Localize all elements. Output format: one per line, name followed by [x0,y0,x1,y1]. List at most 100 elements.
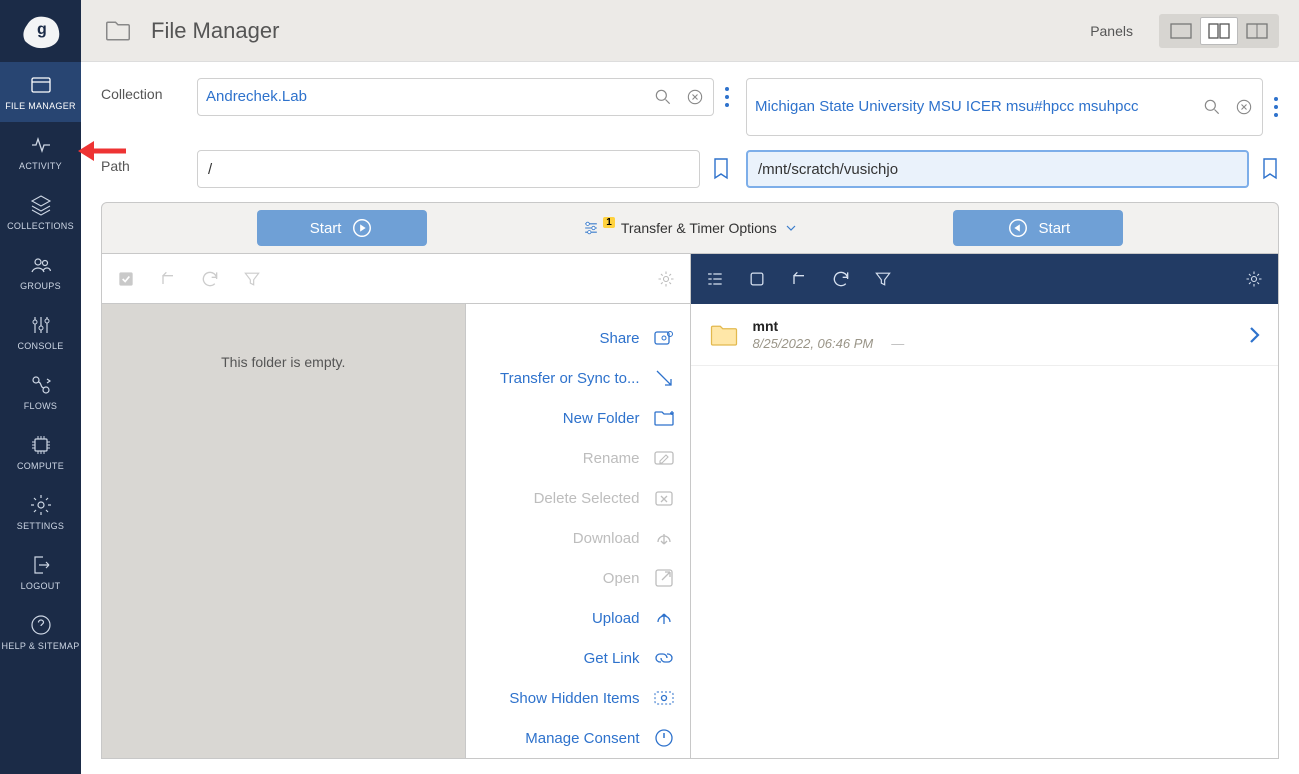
left-toolbar [102,254,690,304]
transfer-icon [652,366,676,390]
folder-icon [709,322,739,348]
download-icon [652,526,676,550]
activity-icon [29,133,53,157]
app-logo: g [0,0,81,62]
link-icon [652,646,676,670]
nav-flows[interactable]: FLOWS [0,362,81,422]
path-label: Path [101,150,181,174]
collection-row: Collection Andrechek.Lab Michigan State … [101,78,1279,136]
nav-label: COMPUTE [17,461,64,471]
nav-label: FLOWS [24,401,58,411]
transfer-bar: Start 1 Transfer & Timer Options Start [101,202,1279,254]
panel-wide[interactable] [1238,17,1276,45]
action-new-folder[interactable]: New Folder [474,398,676,438]
power-icon [652,726,676,750]
left-collection-input[interactable]: Andrechek.Lab [197,78,714,116]
action-download: Download [474,518,676,558]
nav-console[interactable]: CONSOLE [0,302,81,362]
globus-logo-icon: g [19,11,63,51]
up-folder-icon[interactable] [789,269,809,289]
action-transfer[interactable]: Transfer or Sync to... [474,358,676,398]
nav-file-manager[interactable]: FILE MANAGER [0,62,81,122]
options-icon [581,218,601,238]
nav-activity[interactable]: ACTIVITY [0,122,81,182]
share-icon [652,326,676,350]
compute-icon [29,433,53,457]
chevron-right-icon[interactable] [1248,325,1260,345]
select-all-icon[interactable] [747,269,767,289]
upload-icon [652,606,676,630]
search-icon[interactable] [1202,97,1222,117]
filter-icon[interactable] [873,269,893,289]
folder-icon [101,16,135,46]
left-collection-menu-icon[interactable] [724,86,730,108]
nav-settings[interactable]: SETTINGS [0,482,81,542]
action-get-link[interactable]: Get Link [474,638,676,678]
nav-compute[interactable]: COMPUTE [0,422,81,482]
panel-split[interactable] [1200,17,1238,45]
new-folder-icon [652,406,676,430]
delete-icon [652,486,676,510]
action-share[interactable]: Share [474,318,676,358]
help-icon [29,613,53,637]
action-open: Open [474,558,676,598]
columns-icon[interactable] [705,269,725,289]
rename-icon [652,446,676,470]
clear-icon[interactable] [685,87,705,107]
gear-icon[interactable] [1244,269,1264,289]
flows-icon [29,373,53,397]
bookmark-icon[interactable] [712,157,730,181]
transfer-options[interactable]: 1 Transfer & Timer Options [581,218,798,238]
nav-collections[interactable]: COLLECTIONS [0,182,81,242]
nav-label: CONSOLE [17,341,63,351]
refresh-icon[interactable] [831,269,851,289]
nav-logout[interactable]: LOGOUT [0,542,81,602]
refresh-icon[interactable] [200,269,220,289]
select-all-icon[interactable] [116,269,136,289]
panel-layout-toggle [1159,14,1279,48]
collection-label: Collection [101,78,181,102]
right-collection-input[interactable]: Michigan State University MSU ICER msu#h… [746,78,1263,136]
transfer-options-label: Transfer & Timer Options [621,220,777,236]
up-folder-icon[interactable] [158,269,178,289]
nav-label: GROUPS [20,281,61,291]
file-date: 8/25/2022, 06:46 PM— [753,336,1235,351]
nav-label: COLLECTIONS [7,221,74,231]
app-header: File Manager Panels [81,0,1299,62]
empty-folder-message: This folder is empty. [221,354,345,370]
clear-icon[interactable] [1234,97,1254,117]
list-item[interactable]: mnt 8/25/2022, 06:46 PM— [691,304,1279,366]
action-rename: Rename [474,438,676,478]
filter-icon[interactable] [242,269,262,289]
action-show-hidden[interactable]: Show Hidden Items [474,678,676,718]
start-left-button[interactable]: Start [257,210,427,246]
search-icon[interactable] [653,87,673,107]
panels-label: Panels [1090,23,1133,39]
file-meta: mnt 8/25/2022, 06:46 PM— [753,318,1235,351]
nav-groups[interactable]: GROUPS [0,242,81,302]
panes: This folder is empty. Share Transfer or … [101,254,1279,759]
nav-label: SETTINGS [17,521,64,531]
gear-icon[interactable] [656,269,676,289]
action-upload[interactable]: Upload [474,598,676,638]
nav-help[interactable]: HELP & SITEMAP [0,602,81,662]
file-name: mnt [753,318,1235,334]
start-right-label: Start [1039,220,1071,237]
gear-icon [29,493,53,517]
right-pane: mnt 8/25/2022, 06:46 PM— [690,254,1279,758]
svg-text:g: g [37,21,47,38]
path-row: Path [101,150,1279,188]
panel-single[interactable] [1162,17,1200,45]
start-right-button[interactable]: Start [953,210,1123,246]
nav-label: HELP & SITEMAP [1,641,79,651]
right-path-input[interactable] [746,150,1249,188]
chevron-down-icon [783,220,799,236]
nav-label: FILE MANAGER [5,101,76,111]
folder-files-icon [29,73,53,97]
action-manage-consent[interactable]: Manage Consent [474,718,676,758]
left-path-input[interactable] [197,150,700,188]
layers-icon [29,193,53,217]
right-collection-menu-icon[interactable] [1273,96,1279,118]
page-title: File Manager [151,18,279,44]
bookmark-icon[interactable] [1261,157,1279,181]
